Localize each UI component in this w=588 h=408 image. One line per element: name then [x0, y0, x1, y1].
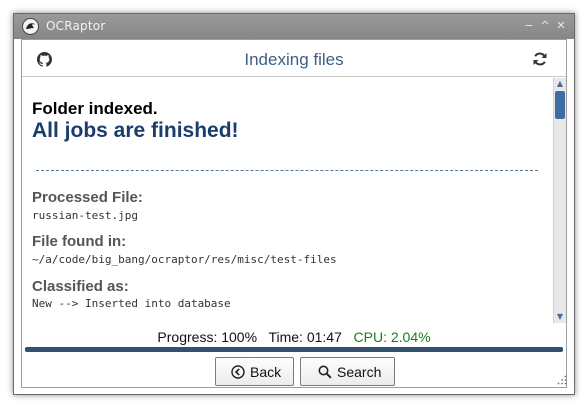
file-found-value: ~/a/code/big_bang/ocraptor/res/misc/test… — [32, 253, 337, 266]
processed-file-value: russian-test.jpg — [32, 209, 138, 222]
search-button-label: Search — [337, 364, 382, 380]
minimize-button[interactable]: − — [522, 19, 536, 33]
back-arrow-icon — [231, 365, 245, 379]
resize-grip-icon[interactable] — [557, 375, 567, 385]
back-button-label: Back — [250, 364, 282, 380]
status-jobs-finished: All jobs are finished! — [32, 119, 239, 142]
progress-bar — [25, 347, 563, 352]
scroll-down-arrow-icon[interactable]: ▼ — [554, 311, 566, 323]
progress-status: Progress: 100% Time: 01:47 CPU: 2.04% — [22, 329, 566, 345]
maximize-button[interactable]: ^ — [538, 19, 552, 33]
processed-file-label: Processed File: — [32, 189, 143, 206]
progress-bar-fill — [25, 347, 563, 352]
log-content: Folder indexed. All jobs are finished! P… — [22, 78, 552, 323]
app-logo-icon — [22, 18, 39, 35]
progress-percent: Progress: 100% — [157, 329, 258, 345]
panel-header: Indexing files — [22, 40, 566, 77]
back-button[interactable]: Back — [215, 357, 294, 386]
vertical-scrollbar[interactable]: ▲ ▼ — [553, 78, 566, 323]
status-folder-indexed: Folder indexed. — [32, 99, 158, 118]
classified-value: New --> Inserted into database — [32, 297, 231, 310]
search-button[interactable]: Search — [300, 357, 395, 386]
scroll-thumb[interactable] — [555, 91, 565, 119]
page-title: Indexing files — [244, 50, 344, 69]
close-button[interactable]: ✕ — [554, 19, 568, 33]
scroll-up-arrow-icon[interactable]: ▲ — [554, 78, 566, 90]
app-window: OCRaptor − ^ ✕ Indexing files Folder ind… — [13, 13, 575, 395]
cpu-usage: CPU: 2.04% — [353, 329, 431, 345]
elapsed-time: Time: 01:47 — [268, 329, 342, 345]
title-bar[interactable]: OCRaptor − ^ ✕ — [14, 14, 574, 39]
classified-label: Classified as: — [32, 278, 129, 295]
dashed-divider — [36, 170, 538, 171]
refresh-icon[interactable] — [532, 51, 548, 67]
file-found-label: File found in: — [32, 233, 127, 250]
search-icon — [318, 365, 332, 379]
window-title: OCRaptor — [46, 19, 106, 33]
main-panel: Indexing files Folder indexed. All jobs … — [21, 39, 567, 388]
